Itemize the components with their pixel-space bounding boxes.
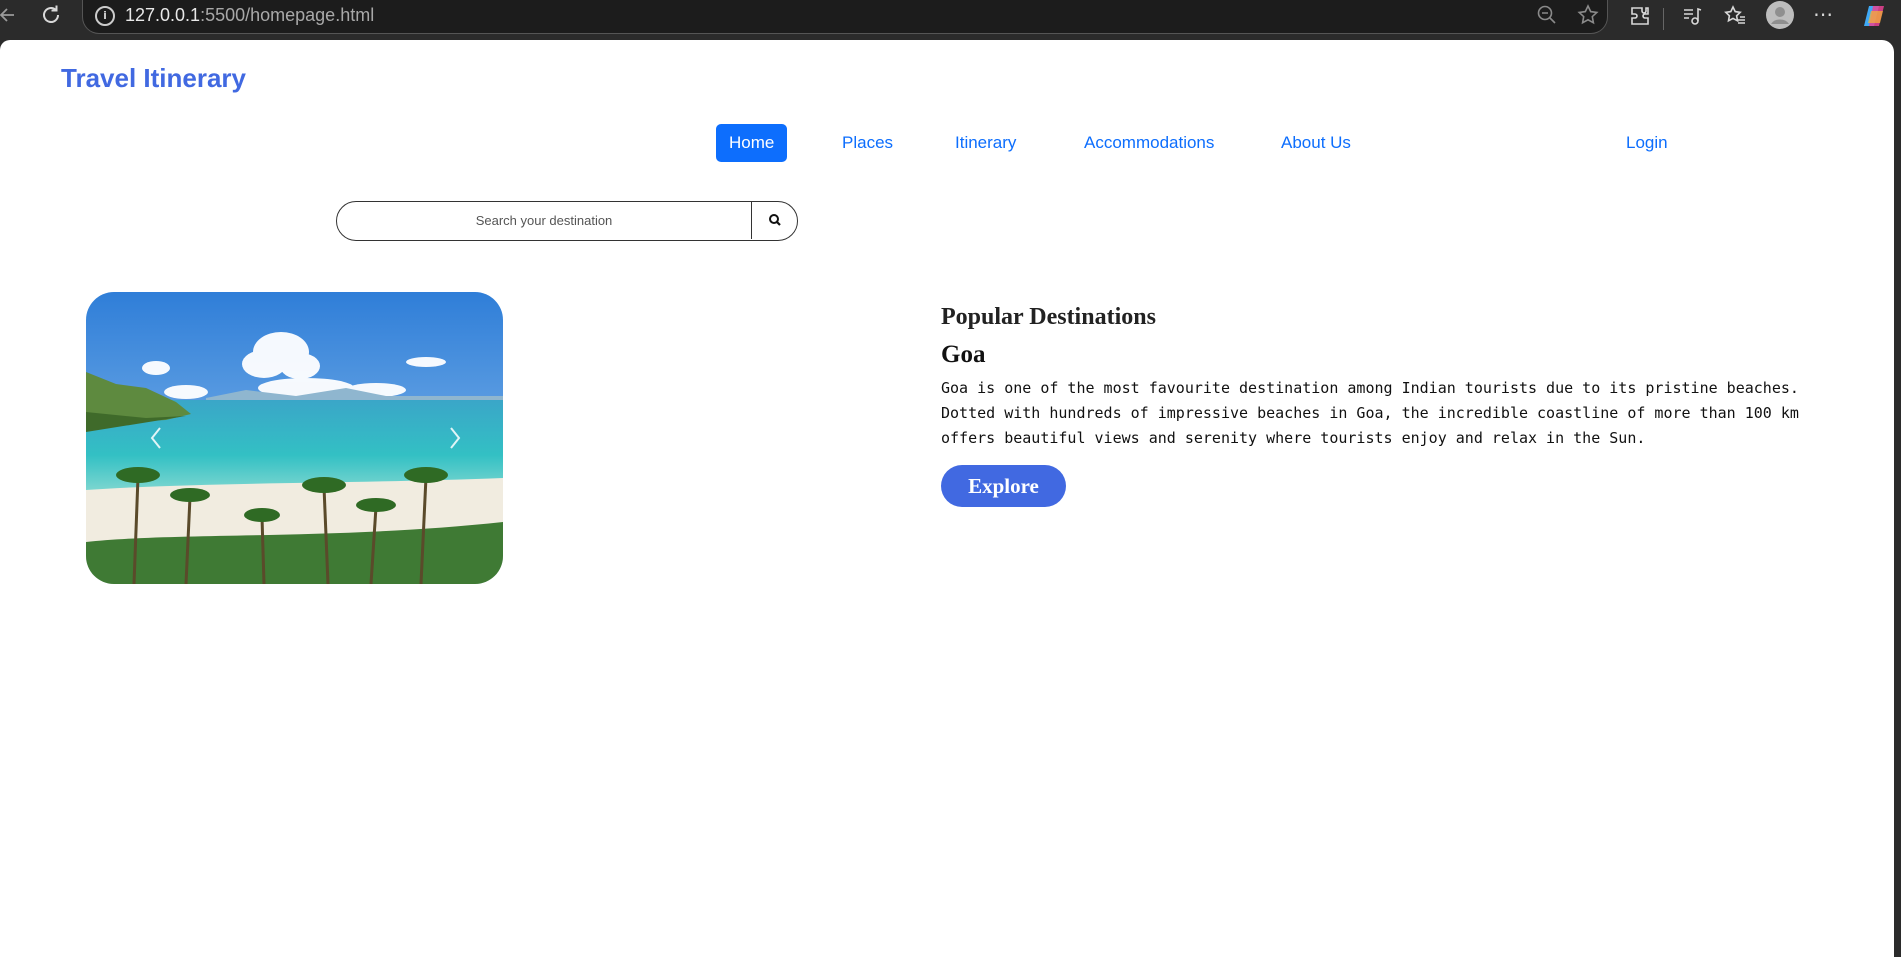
destination-title: Goa xyxy=(941,341,986,368)
page-viewport: Travel Itinerary Home Places Itinerary A… xyxy=(0,40,1894,957)
brand-title[interactable]: Travel Itinerary xyxy=(61,63,246,94)
address-bar[interactable]: i 127.0.0.1:5500/homepage.html xyxy=(82,0,1608,34)
nav-home[interactable]: Home xyxy=(716,124,788,162)
url-text[interactable]: 127.0.0.1:5500/homepage.html xyxy=(125,5,374,26)
nav-accommodations[interactable]: Accommodations xyxy=(1071,124,1227,162)
nav-login[interactable]: Login xyxy=(1613,124,1681,162)
nav-itinerary[interactable]: Itinerary xyxy=(942,124,1029,162)
explore-button[interactable]: Explore xyxy=(941,465,1066,507)
nav-places[interactable]: Places xyxy=(829,124,906,162)
main-nav: Home Places Itinerary Accommodations Abo… xyxy=(0,124,1894,164)
search-input[interactable] xyxy=(337,202,751,239)
window-edge xyxy=(1894,40,1901,957)
extensions-icon[interactable] xyxy=(1628,4,1652,32)
copilot-icon[interactable] xyxy=(1861,3,1887,33)
star-icon[interactable] xyxy=(1576,3,1600,31)
back-icon[interactable] xyxy=(0,4,18,30)
section-heading: Popular Destinations xyxy=(941,304,1156,330)
search-icon xyxy=(769,214,781,226)
destination-carousel xyxy=(86,292,503,584)
reload-icon[interactable] xyxy=(39,3,63,31)
carousel-prev-button[interactable] xyxy=(126,292,186,584)
nav-about-us[interactable]: About Us xyxy=(1268,124,1364,162)
favorites-icon[interactable] xyxy=(1723,4,1747,32)
search-bar xyxy=(336,201,798,241)
search-button[interactable] xyxy=(751,202,797,239)
chevron-left-icon xyxy=(150,427,161,449)
zoom-out-icon[interactable] xyxy=(1536,4,1558,30)
browser-toolbar: i 127.0.0.1:5500/homepage.html ⋯ xyxy=(0,0,1901,40)
carousel-next-button[interactable] xyxy=(425,292,485,584)
media-icon[interactable] xyxy=(1680,4,1704,32)
featured-destination: Popular Destinations Goa Goa is one of t… xyxy=(941,302,1801,507)
divider xyxy=(1663,8,1664,30)
chevron-right-icon xyxy=(450,427,461,449)
profile-icon[interactable] xyxy=(1766,1,1794,33)
destination-description: Goa is one of the most favourite destina… xyxy=(941,379,1799,447)
more-icon[interactable]: ⋯ xyxy=(1813,2,1834,26)
info-icon[interactable]: i xyxy=(95,6,115,26)
